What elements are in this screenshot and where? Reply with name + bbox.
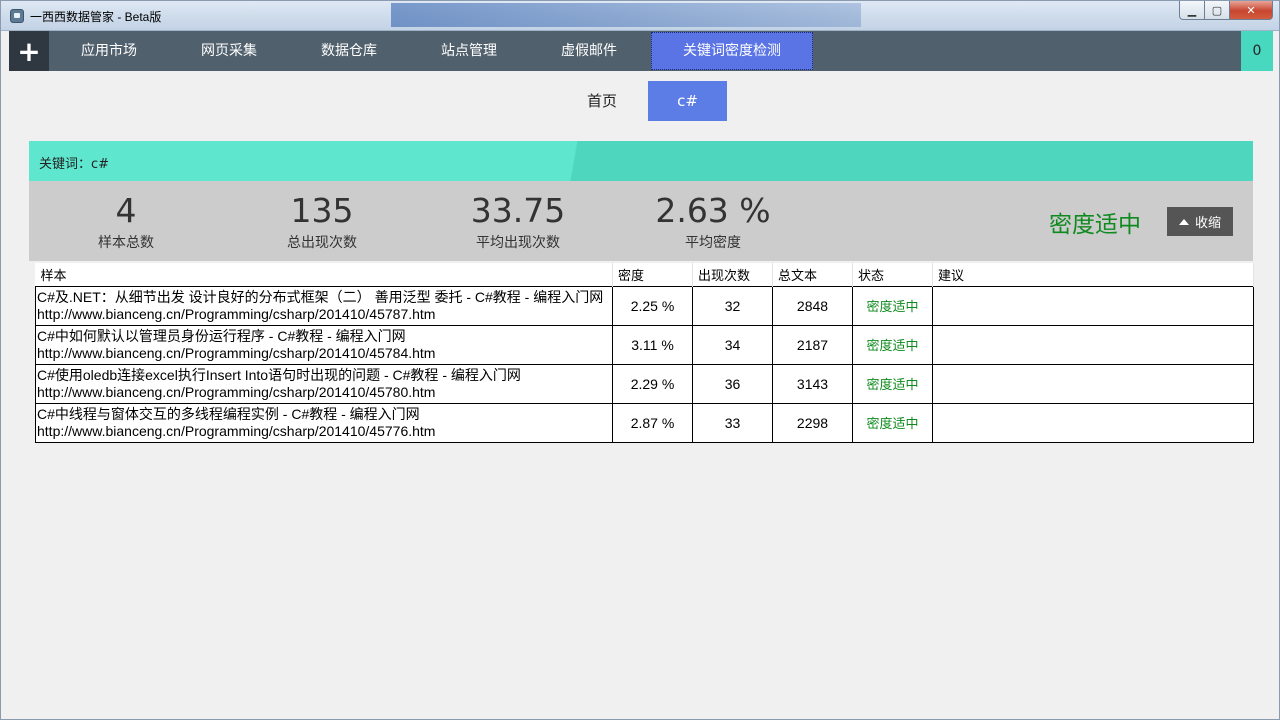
sample-url: http://www.bianceng.cn/Programming/cshar…	[37, 344, 436, 361]
stat-label: 平均出现次数	[476, 235, 560, 251]
keyword-label: 关键词：c#	[39, 157, 110, 172]
window-controls: ▁ ▢ ✕	[1179, 1, 1273, 21]
count-cell: 36	[692, 363, 773, 404]
count-cell: 32	[692, 285, 773, 326]
sample-url: http://www.bianceng.cn/Programming/cshar…	[37, 383, 436, 400]
keyword-header: 关键词：c#	[29, 141, 1253, 181]
stat-label: 总出现次数	[287, 235, 357, 251]
nav-item-data-warehouse[interactable]: 数据仓库	[289, 31, 409, 71]
column-header-total[interactable]: 总文本	[772, 263, 853, 286]
stats-panel: 4 样本总数 135 总出现次数 33.75 平均出现次数 2.63 % 平均密…	[29, 181, 1253, 261]
close-button[interactable]: ✕	[1229, 1, 1273, 20]
app-window: 一西西数据管家 - Beta版 ▁ ▢ ✕ + 应用市场 网页采集 数据仓库 站…	[0, 0, 1280, 720]
column-header-status[interactable]: 状态	[852, 263, 933, 286]
notification-badge[interactable]: 0	[1241, 31, 1273, 71]
app-logo-icon	[10, 9, 24, 23]
tab-keyword-csharp[interactable]: c#	[648, 81, 727, 121]
table-header: 样本 密度 出现次数 总文本 状态 建议	[35, 263, 1254, 286]
stat-avg-density: 2.63 % 平均密度	[633, 191, 793, 252]
stat-value: 33.75	[470, 191, 566, 230]
collapse-label: 收缩	[1194, 216, 1221, 231]
nav-item-site-management[interactable]: 站点管理	[409, 31, 529, 71]
total-cell: 2187	[772, 324, 853, 365]
title-bar[interactable]: 一西西数据管家 - Beta版 ▁ ▢ ✕	[1, 1, 1279, 31]
column-header-count[interactable]: 出现次数	[692, 263, 773, 286]
maximize-icon: ▢	[1211, 3, 1223, 17]
stat-avg-occurrences: 33.75 平均出现次数	[438, 191, 598, 252]
sample-cell: C#中如何默认以管理员身份运行程序 - C#教程 - 编程入门网 http://…	[35, 324, 613, 365]
nav-item-web-scraping[interactable]: 网页采集	[169, 31, 289, 71]
status-cell: 密度适中	[852, 324, 933, 365]
close-icon: ✕	[1246, 3, 1256, 17]
sample-title: C#使用oledb连接excel执行Insert Into语句时出现的问题 - …	[37, 366, 521, 383]
collapse-button[interactable]: 收缩	[1167, 207, 1233, 236]
status-cell: 密度适中	[852, 363, 933, 404]
count-cell: 34	[692, 324, 773, 365]
stat-value: 2.63 %	[655, 191, 771, 230]
stat-value: 135	[290, 191, 354, 230]
count-cell: 33	[692, 402, 773, 443]
sample-cell: C#及.NET：从细节出发 设计良好的分布式框架（二） 善用泛型 委托 - C#…	[35, 285, 613, 326]
stat-label: 平均密度	[685, 235, 741, 251]
column-header-advice[interactable]: 建议	[932, 263, 1254, 286]
sample-title: C#中如何默认以管理员身份运行程序 - C#教程 - 编程入门网	[37, 327, 406, 344]
table-row[interactable]: C#使用oledb连接excel执行Insert Into语句时出现的问题 - …	[35, 363, 1254, 404]
sample-url: http://www.bianceng.cn/Programming/cshar…	[37, 305, 436, 322]
sample-cell: C#使用oledb连接excel执行Insert Into语句时出现的问题 - …	[35, 363, 613, 404]
column-header-sample[interactable]: 样本	[35, 263, 613, 286]
sample-url: http://www.bianceng.cn/Programming/cshar…	[37, 422, 436, 439]
table-row[interactable]: C#及.NET：从细节出发 设计良好的分布式框架（二） 善用泛型 委托 - C#…	[35, 285, 1254, 326]
main-nav: + 应用市场 网页采集 数据仓库 站点管理 虚假邮件 关键词密度检测 0	[9, 31, 1273, 71]
stat-sample-total: 4 样本总数	[46, 191, 206, 252]
status-cell: 密度适中	[852, 285, 933, 326]
nav-item-app-market[interactable]: 应用市场	[49, 31, 169, 71]
density-cell: 2.29 %	[612, 363, 693, 404]
minimize-button[interactable]: ▁	[1179, 1, 1205, 20]
advice-cell	[932, 402, 1254, 443]
tab-home[interactable]: 首页	[563, 81, 641, 121]
sample-cell: C#中线程与窗体交互的多线程编程实例 - C#教程 - 编程入门网 http:/…	[35, 402, 613, 443]
total-cell: 2848	[772, 285, 853, 326]
minimize-icon: ▁	[1187, 3, 1197, 17]
total-cell: 2298	[772, 402, 853, 443]
window-title: 一西西数据管家 - Beta版	[30, 10, 162, 24]
stat-total-occurrences: 135 总出现次数	[242, 191, 402, 252]
sample-title: C#中线程与窗体交互的多线程编程实例 - C#教程 - 编程入门网	[37, 405, 420, 422]
stat-label: 样本总数	[98, 235, 154, 251]
add-button[interactable]: +	[9, 31, 49, 71]
density-cell: 2.87 %	[612, 402, 693, 443]
nav-item-fake-email[interactable]: 虚假邮件	[529, 31, 649, 71]
total-cell: 3143	[772, 363, 853, 404]
density-cell: 3.11 %	[612, 324, 693, 365]
advice-cell	[932, 324, 1254, 365]
column-header-density[interactable]: 密度	[612, 263, 693, 286]
status-cell: 密度适中	[852, 402, 933, 443]
nav-item-keyword-density[interactable]: 关键词密度检测	[651, 32, 813, 70]
density-status: 密度适中	[1049, 212, 1141, 238]
advice-cell	[932, 285, 1254, 326]
plus-icon: +	[17, 34, 41, 68]
sample-table: 样本 密度 出现次数 总文本 状态 建议 C#及.NET：从细节出发 设计良好的…	[35, 263, 1254, 443]
advice-cell	[932, 363, 1254, 404]
maximize-button[interactable]: ▢	[1204, 1, 1230, 20]
sample-title: C#及.NET：从细节出发 设计良好的分布式框架（二） 善用泛型 委托 - C#…	[37, 288, 604, 305]
caret-up-icon	[1178, 218, 1189, 225]
background-window-ghost	[391, 3, 861, 27]
density-cell: 2.25 %	[612, 285, 693, 326]
stat-value: 4	[115, 191, 137, 230]
table-row[interactable]: C#中如何默认以管理员身份运行程序 - C#教程 - 编程入门网 http://…	[35, 324, 1254, 365]
table-row[interactable]: C#中线程与窗体交互的多线程编程实例 - C#教程 - 编程入门网 http:/…	[35, 402, 1254, 443]
